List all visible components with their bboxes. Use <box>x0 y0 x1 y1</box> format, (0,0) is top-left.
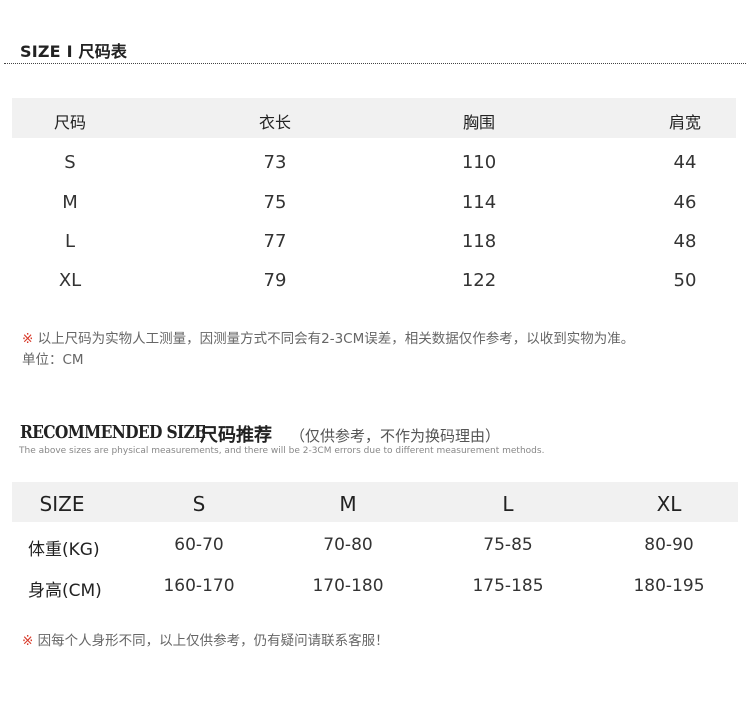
table-cell: 118 <box>461 231 497 252</box>
table-cell: 170-180 <box>312 576 384 596</box>
table-cell: XL <box>58 270 82 291</box>
table-cell: 110 <box>461 152 497 173</box>
table-cell: 180-195 <box>633 576 705 596</box>
table-cell: L <box>64 231 76 252</box>
table-cell: M <box>62 192 78 213</box>
size-table-header-length: 衣长 <box>258 113 292 132</box>
table-cell: 70-80 <box>323 535 373 555</box>
body-shape-note: ※ 因每个人身形不同，以上仅供参考，仍有疑问请联系客服！ <box>22 629 389 649</box>
table-cell: 75 <box>263 192 287 213</box>
size-table-header-size: 尺码 <box>53 113 87 132</box>
table-cell: 175-185 <box>472 576 544 596</box>
table-cell: 80-90 <box>644 535 694 555</box>
note-mark-icon: ※ <box>22 633 34 649</box>
recommended-size-title-en: RECOMMENDED SIZE <box>20 422 206 443</box>
recommend-table-header-row <box>12 482 738 522</box>
table-cell: 122 <box>461 270 497 291</box>
table-cell: 50 <box>673 270 697 291</box>
table-cell: 114 <box>461 192 497 213</box>
table-cell: S <box>64 152 76 173</box>
table-cell: 75-85 <box>483 535 533 555</box>
recommended-size-subtitle: （仅供参考，不作为换码理由） <box>290 427 501 445</box>
size-table-header-shoulder: 肩宽 <box>668 113 702 132</box>
note-mark-icon: ※ <box>22 331 34 347</box>
dotted-divider <box>4 63 746 64</box>
table-cell: 73 <box>263 152 287 173</box>
size-table-header-chest: 胸围 <box>462 113 496 132</box>
weight-row-label: 体重(KG) <box>28 540 100 560</box>
body-shape-note-text: 因每个人身形不同，以上仅供参考，仍有疑问请联系客服！ <box>37 633 389 649</box>
recommended-size-caption: The above sizes are physical measurement… <box>19 446 545 456</box>
recommended-size-title-cn: 尺码推荐 <box>200 425 272 446</box>
recommend-table-header-s: S <box>192 492 206 516</box>
recommend-table-header-xl: XL <box>656 492 682 516</box>
size-table-header-row <box>12 98 736 138</box>
table-cell: 77 <box>263 231 287 252</box>
table-cell: 48 <box>673 231 697 252</box>
recommend-table-header-size: SIZE <box>39 492 85 516</box>
table-cell: 60-70 <box>174 535 224 555</box>
size-chart-title: SIZE I 尺码表 <box>20 42 128 61</box>
height-row-label: 身高(CM) <box>28 581 102 601</box>
unit-label: 单位：CM <box>22 352 84 368</box>
table-cell: 79 <box>263 270 287 291</box>
table-cell: 46 <box>673 192 697 213</box>
recommend-table-header-l: L <box>502 492 514 516</box>
table-cell: 44 <box>673 152 697 173</box>
table-cell: 160-170 <box>163 576 235 596</box>
recommend-table-header-m: M <box>339 492 357 516</box>
measurement-note-text: 以上尺码为实物人工测量，因测量方式不同会有2-3CM误差，相关数据仅作参考，以收… <box>37 331 635 347</box>
measurement-note: ※ 以上尺码为实物人工测量，因测量方式不同会有2-3CM误差，相关数据仅作参考，… <box>22 327 634 347</box>
